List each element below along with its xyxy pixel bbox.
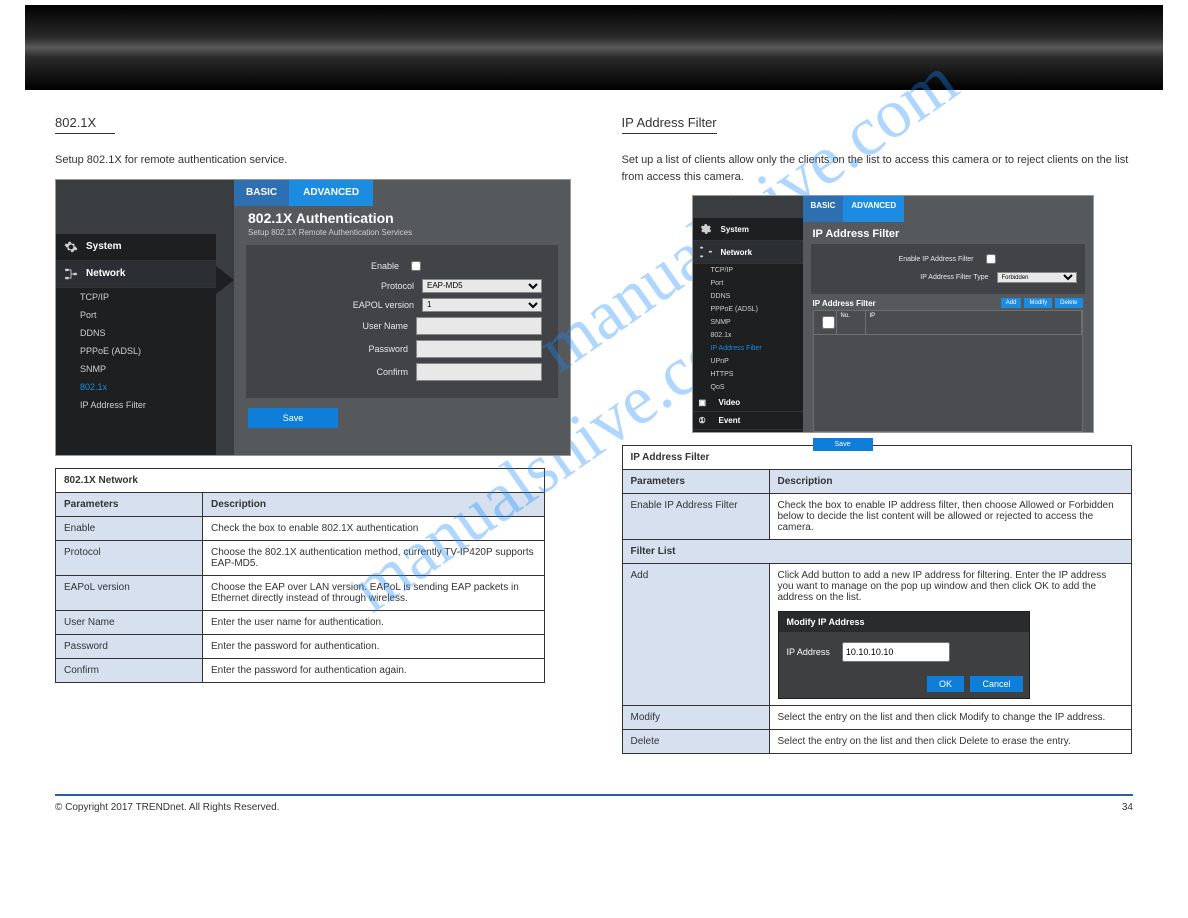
network-icon bbox=[699, 245, 713, 259]
panel-title: 802.1X Authentication bbox=[248, 210, 570, 226]
dialog-ok-button[interactable]: OK bbox=[927, 676, 964, 692]
label-protocol: Protocol bbox=[381, 281, 414, 291]
gear-icon bbox=[699, 222, 713, 236]
sidebar-item-system[interactable]: System bbox=[693, 218, 803, 241]
sidebar-arrow bbox=[216, 266, 234, 294]
delete-button[interactable]: Delete bbox=[1055, 298, 1082, 308]
dialog-ip-input[interactable] bbox=[842, 642, 950, 662]
eapol-select[interactable]: 1 bbox=[422, 298, 542, 312]
sidebar-item-video[interactable]: ▣ Video bbox=[693, 394, 803, 412]
table-title-right: IP Address Filter bbox=[622, 446, 1131, 470]
modify-ip-dialog: Modify IP Address IP Address OK Cancel bbox=[778, 611, 1030, 699]
event-icon: ① bbox=[699, 416, 711, 425]
save-button[interactable]: Save bbox=[248, 408, 338, 428]
sidebar-item-pppoe[interactable]: PPPoE (ADSL) bbox=[56, 342, 216, 360]
gear-icon bbox=[64, 240, 78, 254]
label-enable: Enable bbox=[371, 261, 399, 271]
col-param: Parameters bbox=[56, 492, 203, 516]
screenshot-8021x: System Network TCP/IP Port DDNS PPPoE (A… bbox=[55, 179, 571, 456]
section-title-ipfilter: IP Address Filter bbox=[622, 115, 717, 134]
sidebar-label-network: Network bbox=[86, 268, 125, 279]
col-desc: Description bbox=[203, 492, 545, 516]
intro-text-right: Set up a list of clients allow only the … bbox=[622, 152, 1134, 185]
filter-list-title: IP Address Filter bbox=[813, 299, 876, 308]
screenshot-ipfilter: System Network TCP/IP Port DDNS PPPoE (A… bbox=[692, 195, 1094, 433]
dialog-cancel-button[interactable]: Cancel bbox=[970, 676, 1022, 692]
label-eapol: EAPOL version bbox=[353, 300, 414, 310]
enable-ipfilter-checkbox[interactable] bbox=[986, 254, 996, 264]
sidebar-right: System Network TCP/IP Port DDNS PPPoE (A… bbox=[693, 218, 803, 432]
table-title-left: 802.1X Network bbox=[56, 468, 545, 492]
sidebar-item-tcpip[interactable]: TCP/IP bbox=[56, 288, 216, 306]
panel-title-right: IP Address Filter bbox=[813, 228, 1093, 240]
label-pass: Password bbox=[368, 344, 408, 354]
sidebar-item-event[interactable]: ① Event bbox=[693, 412, 803, 430]
filter-grid: No.IP bbox=[813, 310, 1083, 432]
add-button[interactable]: Add bbox=[1001, 298, 1022, 308]
tab-bar: BASIC ADVANCED bbox=[234, 180, 570, 206]
tab-basic[interactable]: BASIC bbox=[803, 196, 844, 222]
label-confirm: Confirm bbox=[376, 367, 408, 377]
protocol-select[interactable]: EAP-MD5 bbox=[422, 279, 542, 293]
tab-advanced[interactable]: ADVANCED bbox=[289, 180, 373, 206]
sidebar-item-ipfilter[interactable]: IP Address Filter bbox=[56, 396, 216, 414]
footer-page: 34 bbox=[1122, 802, 1133, 813]
enable-checkbox[interactable] bbox=[411, 261, 421, 271]
dialog-label: IP Address bbox=[787, 647, 830, 657]
modify-button[interactable]: Modify bbox=[1024, 298, 1052, 308]
section-title-8021x: 802.1X bbox=[55, 115, 115, 134]
tab-advanced[interactable]: ADVANCED bbox=[843, 196, 904, 222]
sidebar-item-ddns[interactable]: DDNS bbox=[56, 324, 216, 342]
filter-type-select[interactable]: Forbidden bbox=[997, 272, 1077, 283]
network-icon bbox=[64, 267, 78, 281]
tab-basic[interactable]: BASIC bbox=[234, 180, 289, 206]
sidebar-item-network[interactable]: Network bbox=[693, 241, 803, 264]
sidebar-item-8021x[interactable]: 802.1x bbox=[56, 378, 216, 396]
sidebar-item-system[interactable]: System bbox=[56, 234, 216, 261]
params-table-left: 802.1X Network ParametersDescription Ena… bbox=[55, 468, 545, 683]
dialog-title: Modify IP Address bbox=[779, 612, 1029, 632]
intro-text-left: Setup 802.1X for remote authentication s… bbox=[55, 152, 567, 169]
panel-subtitle: Setup 802.1X Remote Authentication Servi… bbox=[248, 228, 570, 237]
save-button-right[interactable]: Save bbox=[813, 438, 873, 451]
sidebar-label-system: System bbox=[86, 241, 122, 252]
sidebar-item-port[interactable]: Port bbox=[56, 306, 216, 324]
password-input[interactable] bbox=[416, 340, 542, 358]
video-icon: ▣ bbox=[699, 398, 711, 407]
confirm-input[interactable] bbox=[416, 363, 542, 381]
sidebar-item-snmp[interactable]: SNMP bbox=[56, 360, 216, 378]
header-banner bbox=[25, 5, 1163, 90]
sidebar-left: System Network TCP/IP Port DDNS PPPoE (A… bbox=[56, 234, 216, 455]
footer-copyright: © Copyright 2017 TRENDnet. All Rights Re… bbox=[55, 802, 280, 813]
panel-8021x: BASIC ADVANCED 802.1X Authentication Set… bbox=[234, 180, 570, 455]
label-user: User Name bbox=[362, 321, 408, 331]
sidebar-item-network[interactable]: Network bbox=[56, 261, 216, 288]
user-input[interactable] bbox=[416, 317, 542, 335]
params-table-right: IP Address Filter ParametersDescription … bbox=[622, 445, 1132, 754]
